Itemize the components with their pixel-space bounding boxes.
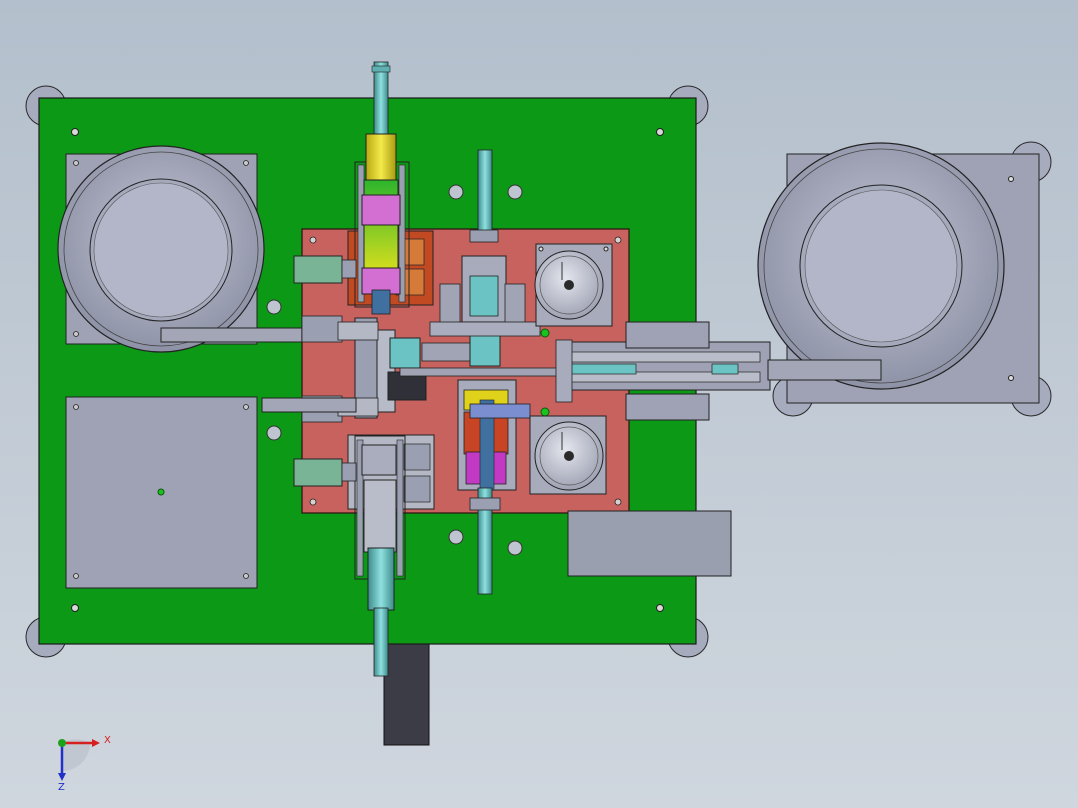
lower-rotary-motor[interactable] [529, 415, 607, 495]
upper-rotary-motor[interactable] [534, 243, 613, 327]
left-lower-chute [261, 397, 357, 413]
left-lower-mount-plate [65, 396, 258, 589]
triad-z-label: Z [58, 782, 65, 793]
control-box[interactable] [567, 510, 732, 577]
cad-graphics-viewport[interactable]: X Z [0, 0, 1078, 808]
cad-assembly-model[interactable]: X Z [0, 0, 1078, 808]
coordinate-triad: X Z [58, 735, 111, 793]
right-vibratory-bowl-feeder[interactable] [757, 142, 1040, 404]
triad-x-label: X [104, 735, 111, 746]
bottom-motor-block [383, 643, 430, 746]
triad-y-axis [58, 739, 66, 747]
